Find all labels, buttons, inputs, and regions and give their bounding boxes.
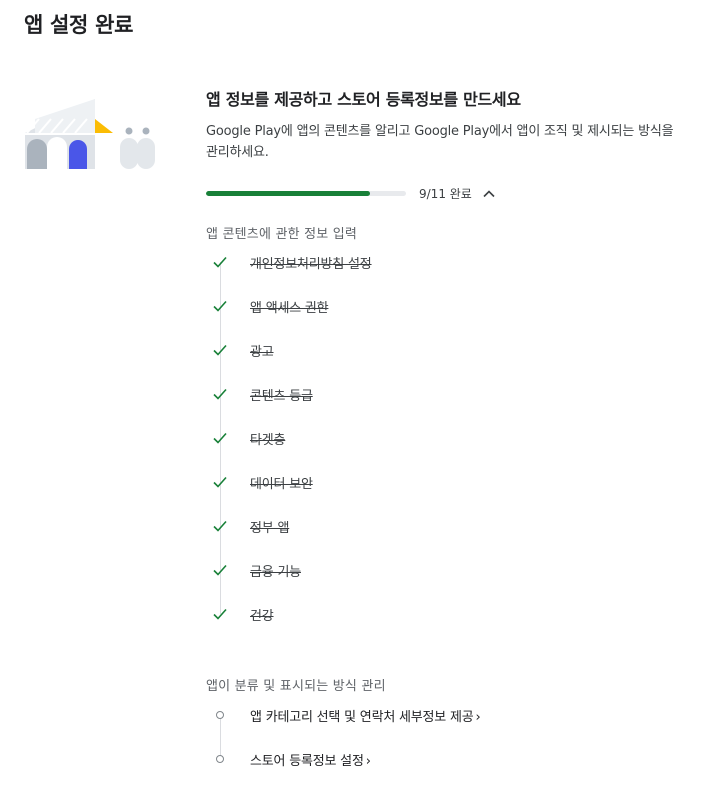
task-government-apps[interactable]: 정부 앱 [210, 514, 670, 538]
task-app-category-contact[interactable]: 앱 카테고리 선택 및 연락처 세부정보 제공 › [210, 703, 670, 727]
task-content-rating[interactable]: 콘텐츠 등급 [210, 382, 670, 406]
circle-icon [216, 755, 224, 763]
task-label: 개인정보처리방침 설정 [250, 257, 372, 272]
section-description-line1: Google Play에 앱의 콘텐츠를 알리고 Google Play에서 앱… [206, 124, 674, 139]
page-title: 앱 설정 완료 [24, 13, 134, 37]
task-label: 금융 기능 [250, 565, 301, 580]
check-icon [213, 388, 227, 400]
task-store-listing[interactable]: 스토어 등록정보 설정 › [210, 747, 670, 771]
progress-fill [206, 191, 370, 196]
section-heading: 앱 정보를 제공하고 스토어 등록정보를 만드세요 [206, 90, 521, 109]
check-icon [213, 608, 227, 620]
group-title-store-presence: 앱이 분류 및 표시되는 방식 관리 [206, 679, 386, 694]
task-label: 광고 [250, 345, 274, 360]
task-financial-features[interactable]: 금융 기능 [210, 558, 670, 582]
task-label: 데이터 보안 [250, 477, 313, 492]
circle-icon [216, 711, 224, 719]
progress-bar [206, 191, 406, 196]
progress-label: 9/11 완료 [419, 187, 472, 201]
group-title-app-content: 앱 콘텐츠에 관한 정보 입력 [206, 227, 358, 242]
task-link[interactable]: 앱 카테고리 선택 및 연락처 세부정보 제공 › [250, 706, 481, 725]
check-icon [213, 300, 227, 312]
section-description-line2: 관리하세요. [206, 145, 269, 160]
task-label: 콘텐츠 등급 [250, 389, 313, 404]
section-description: Google Play에 앱의 콘텐츠를 알리고 Google Play에서 앱… [206, 121, 701, 163]
task-data-safety[interactable]: 데이터 보안 [210, 470, 670, 494]
task-link-text: 앱 카테고리 선택 및 연락처 세부정보 제공 [250, 710, 474, 725]
task-link-text: 스토어 등록정보 설정 [250, 754, 364, 769]
task-label: 정부 앱 [250, 521, 290, 536]
task-label: 건강 [250, 609, 274, 624]
task-target-audience[interactable]: 타겟층 [210, 426, 670, 450]
check-icon [213, 344, 227, 356]
task-label: 앱 액세스 권한 [250, 301, 329, 316]
collapse-button[interactable] [478, 183, 500, 205]
progress-row: 9/11 완료 [206, 183, 526, 205]
task-privacy-policy[interactable]: 개인정보처리방침 설정 [210, 250, 670, 274]
task-ads[interactable]: 광고 [210, 338, 670, 362]
check-icon [213, 476, 227, 488]
task-link[interactable]: 스토어 등록정보 설정 › [250, 750, 371, 769]
check-icon [213, 564, 227, 576]
check-icon [213, 256, 227, 268]
store-illustration [25, 99, 155, 169]
task-label: 타겟층 [250, 433, 286, 448]
chevron-right-icon: › [475, 710, 481, 725]
check-icon [213, 520, 227, 532]
chevron-right-icon: › [365, 754, 371, 769]
check-icon [213, 432, 227, 444]
task-app-access[interactable]: 앱 액세스 권한 [210, 294, 670, 318]
chevron-up-icon [483, 190, 495, 198]
task-health[interactable]: 건강 [210, 602, 670, 626]
